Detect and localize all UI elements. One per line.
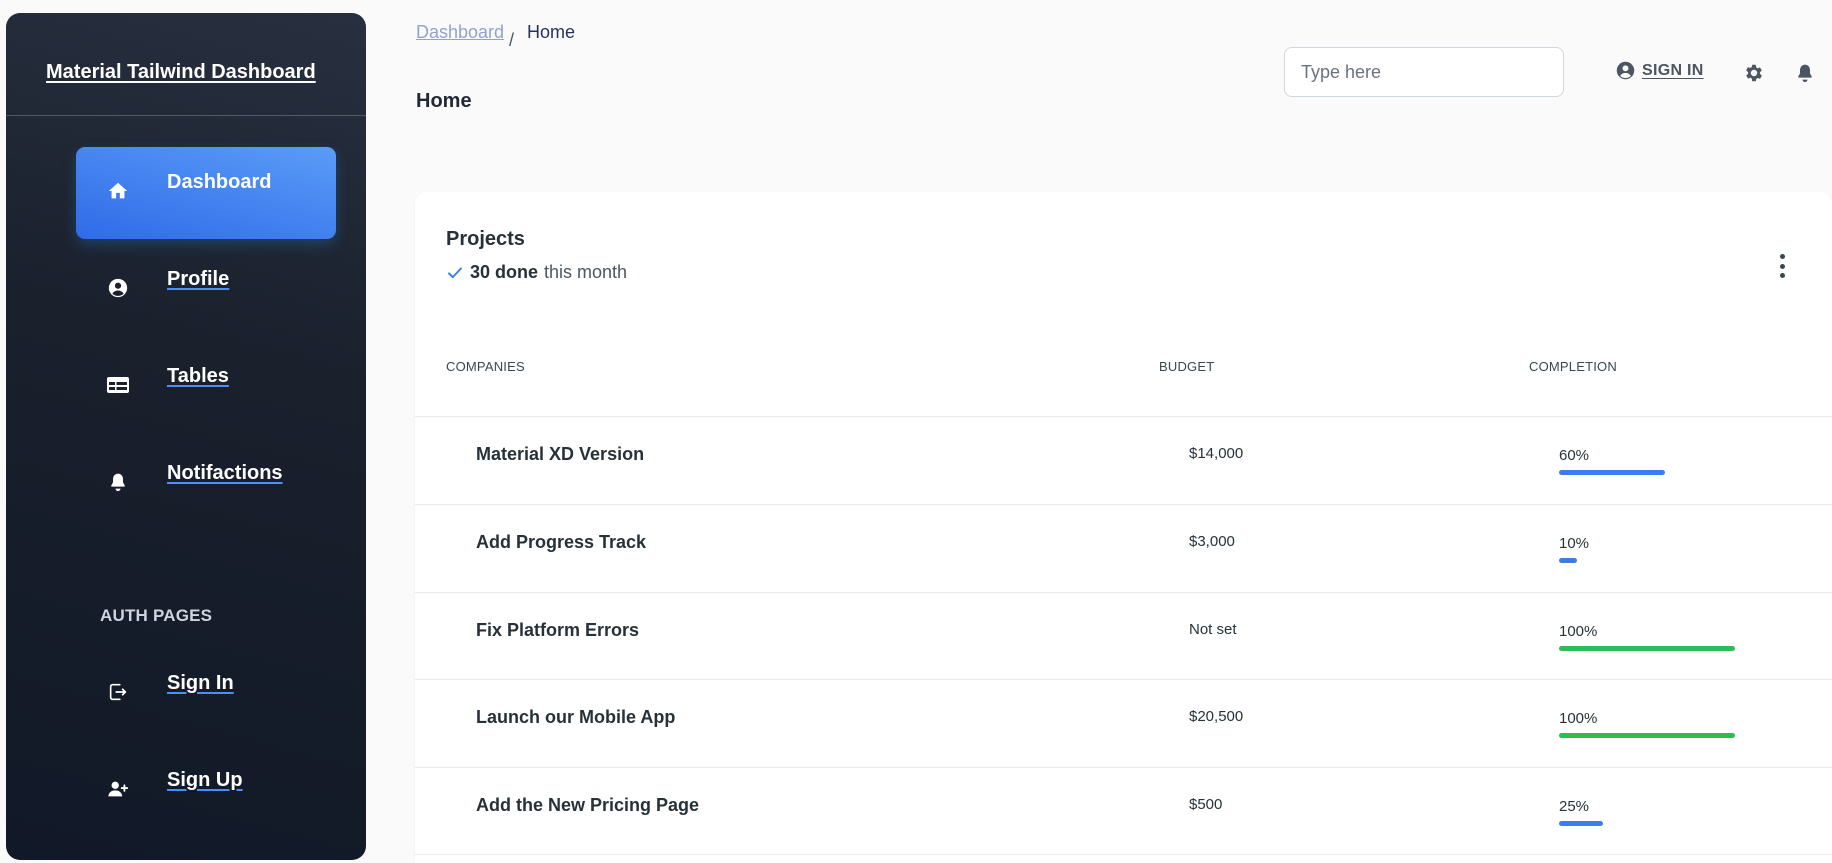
done-suffix: this month [544,262,628,282]
breadcrumb-parent-link[interactable]: Dashboard [416,22,504,43]
completion-value: 25% [1559,798,1590,815]
sidebar-item-sign-in[interactable]: Sign In [76,648,336,740]
projects-summary: 30 done this month [446,262,627,283]
progress-fill [1559,646,1735,651]
sign-in-button[interactable]: SIGN IN [1615,60,1704,81]
sidebar-item-sign-up[interactable]: Sign Up [76,745,336,837]
completion-cell: 25% [1559,798,1739,826]
completion-cell: 100% [1559,623,1739,651]
progress-fill [1559,558,1577,563]
more-vertical-icon[interactable] [1776,252,1788,280]
progress-bar [1559,646,1735,651]
completion-value: 60% [1559,447,1590,464]
progress-bar [1559,558,1735,563]
page-title: Home [416,90,472,112]
user-circle-icon [106,276,130,300]
progress-bar [1559,470,1735,475]
gear-icon[interactable] [1742,61,1766,85]
progress-fill [1559,733,1735,738]
sidebar-item-label: Tables [167,365,229,387]
sidebar-item-dashboard[interactable]: Dashboard [76,147,336,239]
company-name: Material XD Version [476,444,645,464]
check-icon [446,264,464,282]
table-row[interactable]: Fix Platform Errors Not set 100% [415,593,1832,680]
sidebar: Material Tailwind Dashboard Dashboard Pr… [6,13,366,860]
table-row[interactable]: Add the New Pricing Page $500 25% [415,768,1832,855]
budget-value: $14,000 [1189,445,1244,462]
row-divider [415,854,1832,855]
projects-card: Projects 30 done this month COMPANIES BU… [415,192,1832,863]
auth-pages-heading: AUTH PAGES [100,606,213,625]
progress-bar [1559,821,1735,826]
completion-cell: 10% [1559,535,1739,563]
budget-value: $3,000 [1189,533,1235,550]
column-header-completion[interactable]: COMPLETION [1529,359,1617,374]
column-header-companies[interactable]: COMPANIES [446,359,525,374]
done-count: 30 done [470,262,539,282]
progress-fill [1559,821,1603,826]
home-icon [106,179,130,203]
budget-value: $20,500 [1189,708,1244,725]
user-circle-icon [1615,60,1636,81]
search-input[interactable] [1284,47,1564,97]
progress-bar [1559,733,1735,738]
progress-fill [1559,470,1665,475]
budget-value: $500 [1189,796,1223,813]
completion-value: 10% [1559,535,1590,552]
table-icon [106,373,130,397]
bell-icon[interactable] [1793,61,1817,85]
breadcrumb-current: Home [527,22,576,42]
completion-value: 100% [1559,623,1598,640]
projects-title: Projects [446,228,525,250]
sidebar-item-label: Dashboard [167,171,272,193]
company-name: Add Progress Track [476,532,647,552]
sidebar-item-label: Notifactions [167,462,283,484]
sidebar-item-label: Profile [167,268,230,290]
company-name: Add the New Pricing Page [476,795,700,815]
sidebar-divider [6,115,366,116]
completion-cell: 100% [1559,710,1739,738]
sidebar-item-label: Sign Up [167,769,243,791]
sign-in-icon [106,680,130,704]
table-row[interactable]: Launch our Mobile App $20,500 100% [415,680,1832,767]
column-header-budget[interactable]: BUDGET [1159,359,1214,374]
company-name: Launch our Mobile App [476,707,676,727]
sidebar-item-tables[interactable]: Tables [76,341,336,433]
table-row[interactable]: Material XD Version $14,000 60% [415,417,1832,504]
user-plus-icon [106,777,130,801]
breadcrumb-separator: / [509,30,515,50]
completion-value: 100% [1559,710,1598,727]
budget-value: Not set [1189,621,1237,638]
bell-icon [106,470,130,494]
table-row[interactable]: Add Progress Track $3,000 10% [415,505,1832,592]
brand-link[interactable]: Material Tailwind Dashboard [46,61,316,84]
sidebar-item-notifactions[interactable]: Notifactions [76,438,336,530]
company-name: Fix Platform Errors [476,620,640,640]
sidebar-item-label: Sign In [167,672,234,694]
sidebar-item-profile[interactable]: Profile [76,244,336,336]
completion-cell: 60% [1559,447,1739,475]
sign-in-label: SIGN IN [1642,61,1704,79]
